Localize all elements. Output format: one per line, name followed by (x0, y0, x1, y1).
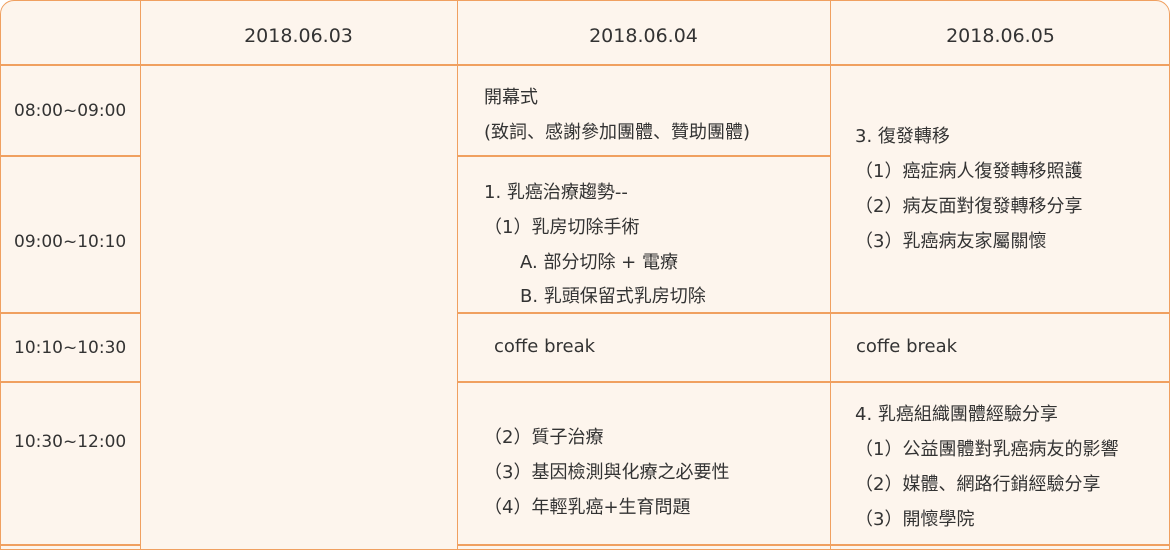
date-header-2: 2018.06.04 (589, 25, 698, 47)
session-4: 4. 乳癌組織團體經驗分享 （1）公益團體對乳癌病友的影響 （2）媒體、網路行銷… (830, 383, 1169, 544)
session-2: （2）質子治療 （3）基因檢測與化療之必要性 （4）年輕乳癌+生育問題 (457, 383, 830, 544)
session-3-item: （3）乳癌病友家屬關懷 (855, 231, 1047, 252)
session-1-title: 1. 乳癌治療趨勢-- (484, 182, 628, 203)
session-4-item: （2）媒體、網路行銷經驗分享 (855, 474, 1101, 495)
row-divider (1, 544, 140, 546)
session-3-item: （2）病友面對復發轉移分享 (855, 196, 1083, 217)
column-divider (140, 1, 141, 549)
schedule-table: 2018.06.03 2018.06.04 2018.06.05 08:00~0… (0, 0, 1170, 550)
opening-detail: (致詞、感謝參加團體、贊助團體) (484, 122, 751, 143)
session-1-item: （1）乳房切除手術 (484, 217, 640, 238)
session-3-item: （1）癌症病人復發轉移照護 (855, 161, 1083, 182)
time-slot-3: 10:10~10:30 (14, 337, 127, 358)
session-2-item: （4）年輕乳癌+生育問題 (484, 497, 691, 518)
session-2-item: （3）基因檢測與化療之必要性 (484, 462, 730, 483)
coffee-break-day3: coffe break (856, 336, 958, 357)
session-1-subitem: A. 部分切除 + 電療 (520, 252, 678, 273)
row-divider (457, 544, 1169, 546)
opening-title: 開幕式 (484, 87, 538, 108)
session-4-item: （3）開懷學院 (855, 509, 975, 530)
session-2-item: （2）質子治療 (484, 427, 604, 448)
session-3: 3. 復發轉移 （1）癌症病人復發轉移照護 （2）病友面對復發轉移分享 （3）乳… (830, 66, 1169, 312)
date-header-1: 2018.06.03 (244, 25, 353, 47)
session-4-item: （1）公益團體對乳癌病友的影響 (855, 439, 1119, 460)
time-slot-1: 08:00~09:00 (14, 100, 127, 121)
row-divider (457, 312, 1169, 314)
coffee-break-day2: coffe break (494, 336, 596, 357)
session-1: 1. 乳癌治療趨勢-- （1）乳房切除手術 A. 部分切除 + 電療 B. 乳頭… (457, 157, 830, 312)
session-3-title: 3. 復發轉移 (855, 126, 950, 147)
date-header-3: 2018.06.05 (946, 25, 1055, 47)
time-slot-2: 09:00~10:10 (14, 231, 127, 252)
row-divider (1, 155, 140, 157)
time-slot-4: 10:30~12:00 (14, 432, 127, 452)
session-4-title: 4. 乳癌組織團體經驗分享 (855, 404, 1058, 425)
opening-ceremony: 開幕式 (致詞、感謝參加團體、贊助團體) (457, 66, 830, 155)
session-1-subitem: B. 乳頭保留式乳房切除 (520, 286, 706, 307)
